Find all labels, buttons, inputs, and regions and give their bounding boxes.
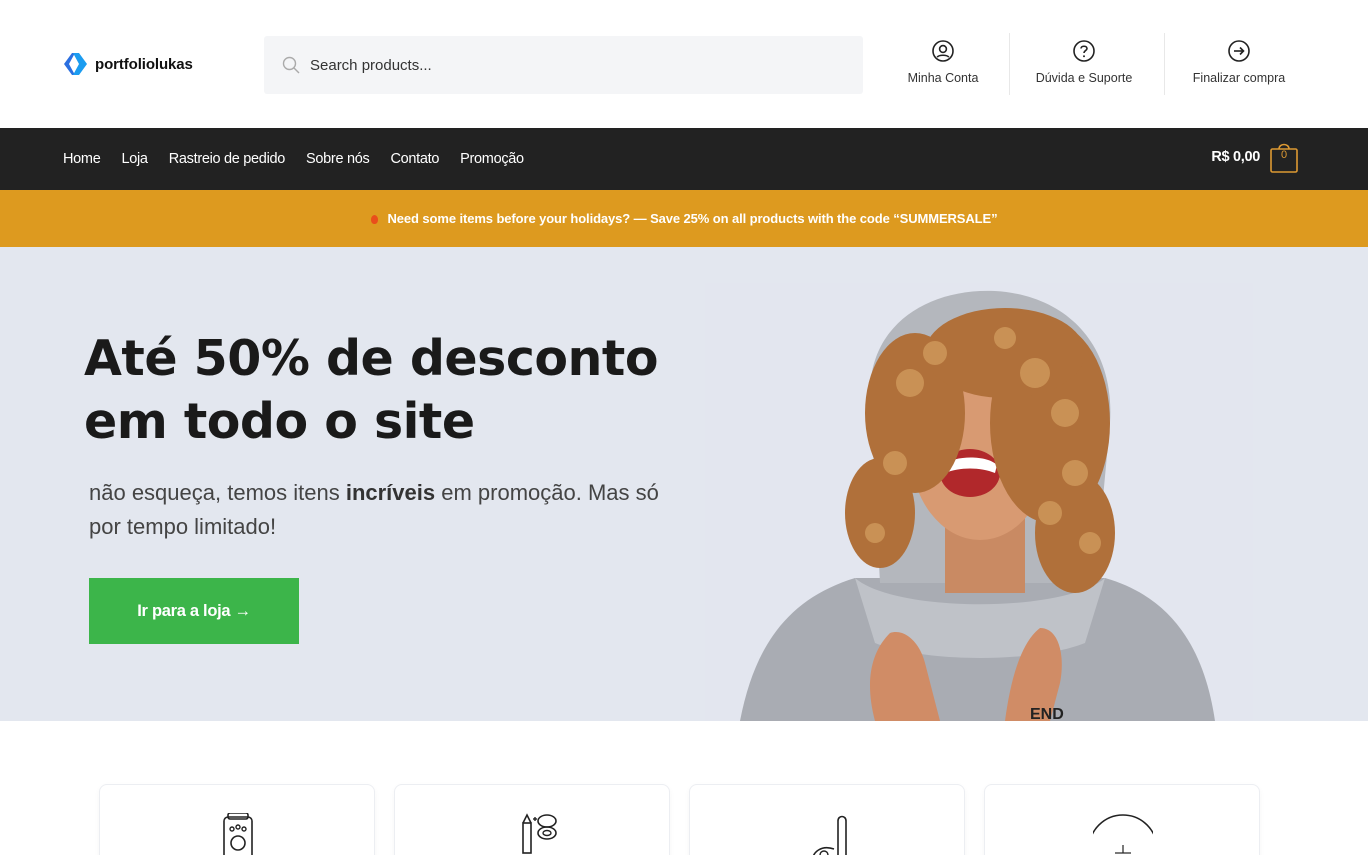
nav-checkout-label: Finalizar compra <box>1192 71 1286 85</box>
clock-icon <box>1093 814 1153 854</box>
promo-text: Need some items before your holidays? — … <box>387 211 998 226</box>
vacuum-icon <box>812 815 847 855</box>
category-card-vacuum[interactable] <box>689 784 965 855</box>
nav-my-account[interactable]: Minha Conta <box>900 33 986 95</box>
svg-text:END: END <box>1030 706 1064 721</box>
hero-section: Até 50% de desconto em todo o site não e… <box>0 247 1368 721</box>
hero-title: Até 50% de desconto em todo o site <box>84 327 684 453</box>
search-input[interactable] <box>310 56 830 74</box>
logo-icon <box>64 53 87 75</box>
hero-subtitle-part: não esqueça, temos itens <box>89 480 346 505</box>
cart-total: R$ 0,00 <box>1211 149 1260 165</box>
main-navigation: Home Loja Rastreio de pedido Sobre nós C… <box>0 128 1368 190</box>
category-card-speakers[interactable] <box>99 784 375 855</box>
promo-banner: Need some items before your holidays? — … <box>0 190 1368 247</box>
category-section <box>0 721 1368 855</box>
arrow-right-circle-icon <box>1228 40 1250 62</box>
category-card-watches[interactable] <box>984 784 1260 855</box>
cosmetics-icon <box>522 813 557 854</box>
search-box <box>264 36 863 94</box>
hero-title-line1: Até 50% de desconto <box>84 330 659 387</box>
site-header: portfoliolukas Minha Conta Dúvida e Supo… <box>0 0 1368 128</box>
user-circle-icon <box>932 40 954 62</box>
header-divider <box>1164 33 1165 95</box>
menu-item-order-tracking[interactable]: Rastreio de pedido <box>169 151 286 167</box>
hero-subtitle: não esqueça, temos itens incríveis em pr… <box>89 476 669 544</box>
menu-item-promotion[interactable]: Promoção <box>460 151 524 167</box>
menu-item-about[interactable]: Sobre nós <box>306 151 370 167</box>
search-icon <box>282 56 300 74</box>
hero-image: END <box>705 283 1253 721</box>
menu-item-home[interactable]: Home <box>63 151 101 167</box>
hero-title-line2: em todo o site <box>84 393 475 450</box>
menu-item-shop[interactable]: Loja <box>121 151 148 167</box>
logo-text: portfoliolukas <box>95 55 193 73</box>
nav-my-account-label: Minha Conta <box>907 71 979 85</box>
nav-support-label: Dúvida e Suporte <box>1035 71 1133 85</box>
shopping-bag-icon: 0 <box>1270 141 1298 173</box>
hero-subtitle-bold: incríveis <box>345 480 436 505</box>
go-to-shop-button[interactable]: Ir para a loja → <box>89 578 299 644</box>
question-circle-icon <box>1073 40 1095 62</box>
site-logo[interactable]: portfoliolukas <box>62 52 193 76</box>
cart-count: 0 <box>1280 149 1288 161</box>
nav-support[interactable]: Dúvida e Suporte <box>1024 33 1144 95</box>
mini-cart[interactable]: R$ 0,00 0 <box>1211 141 1298 173</box>
menu-item-contact[interactable]: Contato <box>390 151 439 167</box>
nav-checkout[interactable]: Finalizar compra <box>1180 33 1298 95</box>
header-divider <box>1009 33 1010 95</box>
speaker-icon <box>223 813 253 855</box>
category-card-cosmetics[interactable] <box>394 784 670 855</box>
primary-menu: Home Loja Rastreio de pedido Sobre nós C… <box>63 128 524 190</box>
fire-icon <box>370 215 378 224</box>
